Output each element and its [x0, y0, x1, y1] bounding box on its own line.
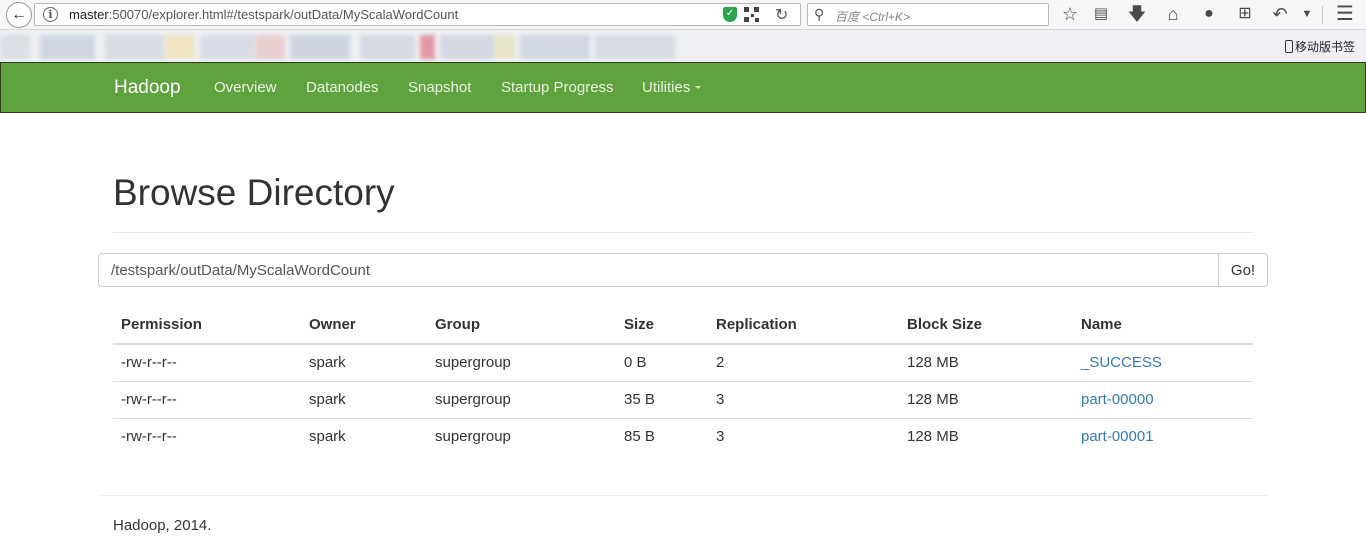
bookmark-blur[interactable]: [595, 35, 675, 59]
cell-name: part-00001: [1073, 417, 1253, 455]
page-title: Browse Directory: [113, 172, 395, 213]
dropdown-icon[interactable]: ▼: [1296, 3, 1318, 25]
cell-size: 35 B: [616, 380, 708, 418]
file-link[interactable]: part-00001: [1081, 428, 1154, 445]
nav-item-snapshot[interactable]: Snapshot: [408, 79, 471, 96]
search-placeholder: 百度 <Ctrl+K>: [835, 10, 911, 24]
cell-replication: 3: [708, 417, 899, 455]
toolbar-separator: [1322, 6, 1323, 24]
column-header-permission[interactable]: Permission: [113, 306, 301, 345]
bookmark-blur[interactable]: [105, 35, 165, 59]
phone-icon: [1285, 40, 1293, 53]
url-path: :50070/explorer.html#/testspark/outData/…: [108, 7, 459, 22]
bookmark-blur[interactable]: [495, 35, 515, 59]
footer-text: Hadoop, 2014.: [113, 517, 212, 534]
file-link[interactable]: part-00000: [1081, 391, 1154, 408]
mobile-bookmarks-label: 移动版书签: [1295, 40, 1356, 54]
cell-group: supergroup: [427, 380, 616, 418]
table-row: -rw-r--r-- spark supergroup 35 B 3 128 M…: [113, 380, 1253, 418]
mobile-bookmarks[interactable]: 移动版书签: [1285, 38, 1355, 55]
cell-block-size: 128 MB: [899, 417, 1073, 455]
bookmark-blur[interactable]: [290, 35, 350, 59]
caret-down-icon: [695, 86, 702, 89]
search-bar[interactable]: ⚲ 百度 <Ctrl+K>: [807, 3, 1049, 26]
nav-item-datanodes[interactable]: Datanodes: [306, 79, 379, 96]
column-header-name[interactable]: Name: [1073, 306, 1253, 345]
cell-owner: spark: [301, 417, 427, 455]
cell-size: 85 B: [616, 417, 708, 455]
star-icon[interactable]: ☆: [1059, 3, 1081, 25]
reading-list-icon[interactable]: ▤: [1090, 3, 1112, 25]
column-header-block-size[interactable]: Block Size: [899, 306, 1073, 345]
bookmark-blur[interactable]: [360, 35, 415, 59]
reload-icon[interactable]: ↻: [775, 5, 788, 25]
nav-item-utilities[interactable]: Utilities: [642, 79, 702, 96]
bookmark-blur[interactable]: [520, 35, 590, 59]
table-row: -rw-r--r-- spark supergroup 0 B 2 128 MB…: [113, 344, 1253, 381]
bookmark-blur[interactable]: [255, 35, 285, 59]
navbar-brand[interactable]: Hadoop: [114, 77, 181, 99]
shield-icon[interactable]: ✓: [723, 7, 737, 22]
bookmark-blur[interactable]: [0, 35, 30, 59]
cell-owner: spark: [309, 354, 346, 372]
bookmarks-bar: 移动版书签: [0, 30, 1366, 62]
nav-item-startup-progress[interactable]: Startup Progress: [501, 79, 614, 96]
cell-name: _SUCCESS: [1073, 344, 1253, 381]
footer-divider: [98, 495, 1268, 496]
cell-owner: spark: [301, 380, 427, 418]
table-row: -rw-r--r-- spark supergroup 85 B 3 128 M…: [113, 417, 1253, 455]
directory-path-input[interactable]: [98, 253, 1219, 287]
cell-replication: 2: [716, 354, 725, 372]
cell-permission: -rw-r--r--: [113, 417, 301, 455]
cell-block-size: 128 MB: [907, 354, 959, 372]
url-host: master: [69, 7, 109, 22]
bookmark-blur[interactable]: [165, 35, 195, 59]
home-icon[interactable]: ⌂: [1162, 3, 1184, 25]
table-header-row: Permission Owner Group Size Replication …: [113, 306, 1253, 345]
go-button[interactable]: Go!: [1218, 253, 1268, 287]
cell-name: part-00000: [1073, 380, 1253, 418]
search-icon: ⚲: [814, 6, 825, 22]
column-header-owner[interactable]: Owner: [301, 306, 427, 345]
column-header-replication[interactable]: Replication: [708, 306, 899, 345]
bookmark-blur[interactable]: [420, 35, 435, 59]
column-header-size[interactable]: Size: [616, 306, 708, 345]
cell-size: 0 B: [624, 354, 647, 372]
bookmark-blur[interactable]: [200, 35, 255, 59]
file-link[interactable]: _SUCCESS: [1081, 354, 1162, 371]
cell-block-size: 128 MB: [899, 380, 1073, 418]
hadoop-navbar: Hadoop Overview Datanodes Snapshot Start…: [0, 62, 1366, 113]
file-table: Permission Owner Group Size Replication …: [113, 306, 1253, 455]
nav-item-utilities-label: Utilities: [642, 79, 691, 96]
menu-icon[interactable]: ☰: [1334, 3, 1356, 25]
title-divider: [113, 232, 1253, 233]
nav-item-overview[interactable]: Overview: [214, 79, 277, 96]
url-text[interactable]: master:50070/explorer.html#/testspark/ou…: [69, 7, 458, 22]
chat-icon[interactable]: ●: [1198, 3, 1220, 25]
browser-toolbar: ← i master:50070/explorer.html#/testspar…: [0, 0, 1366, 30]
cell-group: supergroup: [435, 354, 511, 372]
cell-replication: 3: [708, 380, 899, 418]
cell-permission: -rw-r--r--: [121, 354, 177, 372]
download-icon[interactable]: 🡇: [1126, 3, 1148, 25]
url-bar[interactable]: i master:50070/explorer.html#/testspark/…: [34, 3, 801, 26]
bookmark-blur[interactable]: [440, 35, 495, 59]
undo-icon[interactable]: ↶: [1269, 3, 1291, 25]
column-header-group[interactable]: Group: [427, 306, 616, 345]
cell-permission: -rw-r--r--: [113, 380, 301, 418]
qr-code-icon[interactable]: [744, 7, 759, 22]
back-arrow-icon[interactable]: ←: [6, 2, 32, 28]
cell-group: supergroup: [427, 417, 616, 455]
bookmark-blur[interactable]: [40, 35, 95, 59]
info-icon[interactable]: i: [43, 7, 58, 22]
crop-icon[interactable]: ⊞: [1234, 3, 1256, 25]
